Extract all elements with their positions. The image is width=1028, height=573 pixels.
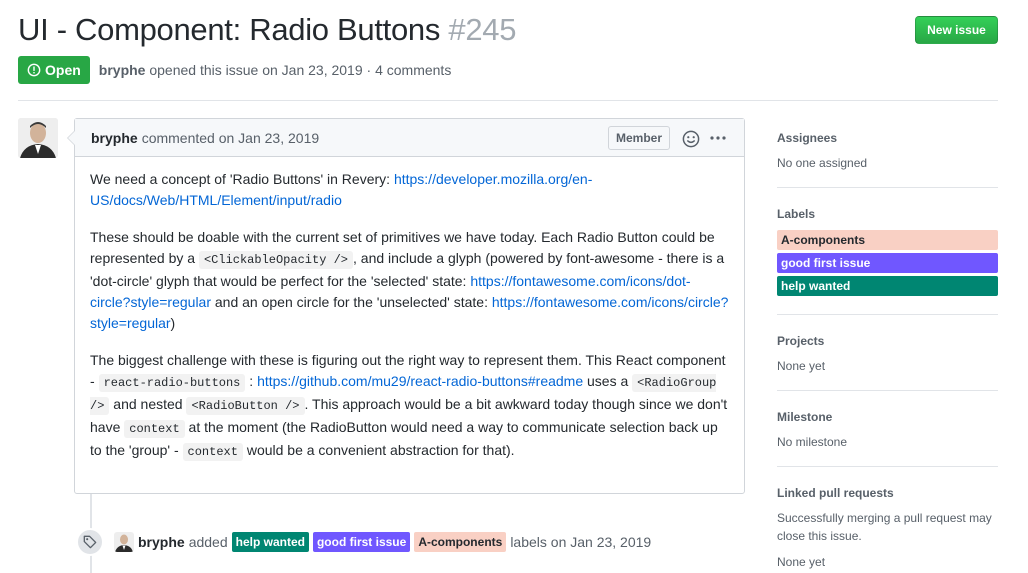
comment-timestamp[interactable]: commented on Jan 23, 2019 (142, 130, 319, 146)
p3-text-g: would be a convenient abstraction for th… (242, 442, 515, 458)
label-event: bryphe added help wanted good first issue… (76, 526, 651, 558)
user-avatar-icon (114, 532, 134, 552)
p3-text-d: and nested (109, 396, 187, 412)
state-label: Open (45, 62, 81, 78)
linked-prs-value: None yet (777, 555, 826, 569)
issue-author-link[interactable]: bryphe (99, 62, 146, 78)
event-avatar[interactable] (114, 532, 134, 552)
p2-text-c: and an open circle for the 'unselected' … (211, 294, 492, 310)
sidebar-projects: Projects None yet (777, 331, 998, 391)
sidebar-linked-prs: Linked pull requests Successfully mergin… (777, 483, 998, 571)
sidebar-milestone: Milestone No milestone (777, 407, 998, 467)
p2-text-d: ) (170, 315, 176, 331)
assignees-value: No one assigned (777, 156, 868, 170)
comment-author-link[interactable]: bryphe (91, 130, 138, 146)
new-issue-button[interactable]: New issue (915, 16, 998, 44)
sidebar-labels: Labels A-components good first issue help … (777, 204, 998, 315)
event-label-good-first-issue[interactable]: good first issue (312, 532, 411, 552)
avatar[interactable] (18, 118, 58, 158)
projects-value: None yet (777, 359, 826, 373)
issue-title: UI - Component: Radio Buttons #245 (18, 12, 516, 48)
event-suffix: labels on Jan 23, 2019 (510, 534, 652, 550)
p1-text: We need a concept of 'Radio Buttons' in … (90, 171, 394, 187)
event-author-link[interactable]: bryphe (138, 534, 185, 550)
code-context-1: context (124, 420, 185, 438)
kebab-horizontal-icon[interactable] (710, 136, 726, 140)
issue-opened-icon (27, 63, 41, 77)
paragraph-2: These should be doable with the current … (90, 227, 729, 334)
event-labels: help wanted good first issue A-components (228, 532, 507, 552)
user-avatar-icon (18, 118, 58, 158)
sidebar: Assignees No one assigned Labels A-compo… (777, 128, 998, 571)
event-action: added (188, 534, 228, 550)
tag-icon (83, 535, 97, 549)
comment-header: bryphe commented on Jan 23, 2019 Member (75, 119, 744, 157)
sidebar-label-help-wanted[interactable]: help wanted (777, 276, 998, 296)
smiley-icon[interactable] (682, 130, 700, 148)
sidebar-assignees: Assignees No one assigned (777, 128, 998, 188)
code-radio-button: <RadioButton /> (186, 397, 305, 415)
paragraph-1: We need a concept of 'Radio Buttons' in … (90, 169, 729, 211)
paragraph-3: The biggest challenge with these is figu… (90, 350, 729, 463)
milestone-value: No milestone (777, 435, 848, 449)
linked-prs-hint: Successfully merging a pull request may … (777, 511, 992, 543)
issue-number: #245 (448, 12, 517, 47)
labels-heading[interactable]: Labels (777, 204, 998, 224)
sidebar-label-a-components[interactable]: A-components (777, 230, 998, 250)
code-context-2: context (182, 443, 243, 461)
code-react-radio-buttons: react-radio-buttons (98, 374, 246, 392)
event-label-a-components[interactable]: A-components (414, 532, 507, 552)
member-badge: Member (607, 126, 670, 150)
issue-meta-rest: opened this issue on Jan 23, 2019 · 4 co… (149, 62, 452, 78)
header-divider (18, 100, 998, 101)
event-label-help-wanted[interactable]: help wanted (231, 532, 309, 552)
open-state-badge: Open (18, 56, 90, 84)
projects-heading[interactable]: Projects (777, 331, 998, 351)
comment-body: We need a concept of 'Radio Buttons' in … (75, 157, 744, 491)
comment-card: bryphe commented on Jan 23, 2019 Member … (67, 118, 745, 494)
react-radio-buttons-link[interactable]: https://github.com/mu29/react-radio-butt… (257, 373, 583, 389)
p3-text-c: uses a (583, 373, 633, 389)
issue-title-text: UI - Component: Radio Buttons (18, 12, 441, 47)
milestone-heading[interactable]: Milestone (777, 407, 998, 427)
code-clickable-opacity: <ClickableOpacity /> (198, 251, 353, 269)
tag-badge (76, 528, 104, 556)
assignees-heading[interactable]: Assignees (777, 128, 998, 148)
issue-header: UI - Component: Radio Buttons #245 New i… (18, 12, 998, 52)
linked-prs-heading[interactable]: Linked pull requests (777, 483, 998, 503)
issue-meta-text: bryphe opened this issue on Jan 23, 2019… (99, 62, 452, 78)
p3-text-b: : (245, 373, 258, 389)
sidebar-label-list: A-components good first issue help wanted (777, 230, 998, 296)
issue-meta: Open bryphe opened this issue on Jan 23,… (18, 56, 451, 84)
sidebar-label-good-first-issue[interactable]: good first issue (777, 253, 998, 273)
